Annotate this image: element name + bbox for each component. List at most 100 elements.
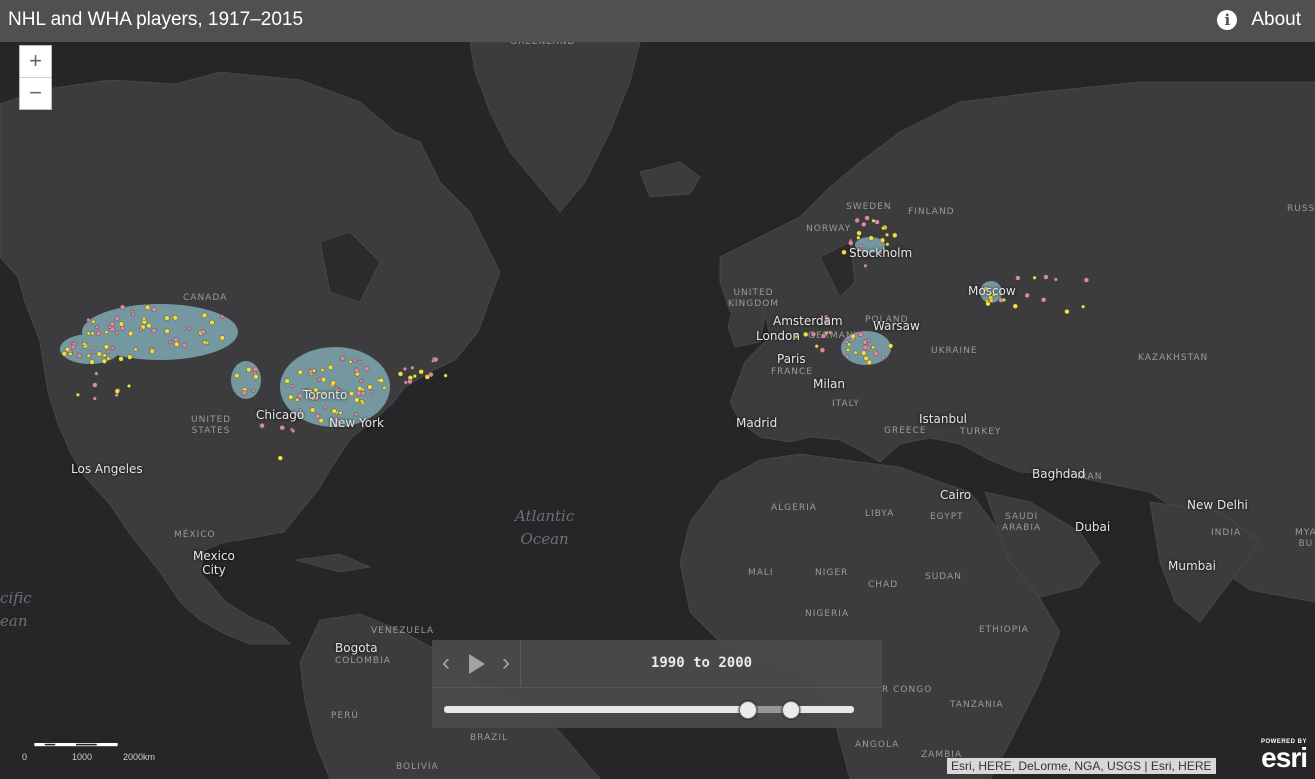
player-marker[interactable] — [201, 312, 208, 319]
player-marker[interactable] — [433, 357, 439, 363]
player-marker[interactable] — [127, 354, 133, 360]
player-marker[interactable] — [90, 331, 95, 336]
play-icon[interactable] — [464, 640, 490, 686]
player-marker[interactable] — [1012, 303, 1018, 309]
player-marker[interactable] — [402, 366, 407, 371]
player-marker[interactable] — [853, 350, 858, 355]
player-marker[interactable] — [1081, 304, 1086, 309]
player-marker[interactable] — [253, 366, 259, 372]
player-marker[interactable] — [862, 344, 868, 350]
chevron-right-icon[interactable]: › — [496, 640, 516, 686]
esri-logo[interactable]: POWERED BY esri — [1261, 739, 1308, 772]
player-marker[interactable] — [90, 349, 95, 354]
map-attribution[interactable]: Esri, HERE, DeLorme, NGA, USGS | Esri, H… — [947, 758, 1216, 774]
player-marker[interactable] — [312, 368, 317, 373]
player-marker[interactable] — [95, 325, 100, 330]
player-marker[interactable] — [284, 378, 290, 384]
player-marker[interactable] — [320, 368, 325, 373]
player-marker[interactable] — [297, 369, 303, 375]
player-marker[interactable] — [114, 393, 119, 398]
player-marker[interactable] — [354, 367, 360, 373]
player-marker[interactable] — [819, 347, 826, 353]
player-marker[interactable] — [95, 330, 102, 337]
player-marker[interactable] — [1032, 275, 1037, 280]
player-marker[interactable] — [107, 324, 112, 329]
player-marker[interactable] — [348, 359, 353, 364]
player-marker[interactable] — [114, 388, 120, 394]
player-marker[interactable] — [866, 359, 873, 366]
player-marker[interactable] — [864, 215, 870, 221]
player-marker[interactable] — [173, 337, 179, 343]
player-marker[interactable] — [1043, 274, 1049, 280]
player-marker[interactable] — [82, 342, 87, 347]
player-marker[interactable] — [866, 338, 871, 343]
player-marker[interactable] — [251, 388, 256, 393]
player-marker[interactable] — [359, 379, 364, 384]
player-marker[interactable] — [202, 340, 207, 345]
player-marker[interactable] — [291, 429, 296, 434]
player-marker[interactable] — [1040, 297, 1047, 303]
player-marker[interactable] — [89, 359, 95, 365]
player-marker[interactable] — [856, 230, 862, 236]
player-marker[interactable] — [845, 354, 850, 359]
player-marker[interactable] — [364, 366, 370, 372]
player-marker[interactable] — [72, 341, 77, 346]
player-marker[interactable] — [114, 315, 120, 322]
player-marker[interactable] — [854, 217, 860, 224]
player-marker[interactable] — [354, 397, 360, 403]
player-marker[interactable] — [126, 384, 131, 389]
player-marker[interactable] — [133, 347, 138, 352]
player-marker[interactable] — [367, 384, 373, 390]
slider-end-thumb[interactable] — [782, 701, 801, 719]
player-marker[interactable] — [92, 396, 97, 401]
player-marker[interactable] — [297, 393, 303, 399]
player-marker[interactable] — [443, 373, 448, 378]
player-marker[interactable] — [317, 377, 322, 382]
player-marker[interactable] — [146, 323, 152, 329]
player-marker[interactable] — [856, 235, 861, 240]
player-marker[interactable] — [861, 221, 867, 228]
player-marker[interactable] — [885, 232, 890, 237]
player-marker[interactable] — [164, 315, 170, 321]
player-marker[interactable] — [418, 369, 424, 375]
player-marker[interactable] — [1024, 292, 1030, 299]
chevron-left-icon[interactable]: ‹ — [436, 640, 456, 686]
slider-start-thumb[interactable] — [739, 701, 758, 719]
player-marker[interactable] — [86, 353, 91, 358]
player-marker[interactable] — [130, 312, 135, 317]
player-marker[interactable] — [989, 298, 994, 303]
player-marker[interactable] — [847, 342, 852, 347]
player-marker[interactable] — [310, 407, 316, 413]
player-marker[interactable] — [118, 356, 124, 362]
player-marker[interactable] — [887, 343, 894, 349]
player-marker[interactable] — [288, 394, 294, 400]
player-marker[interactable] — [863, 355, 869, 362]
player-marker[interactable] — [94, 371, 99, 376]
player-marker[interactable] — [407, 378, 413, 385]
player-marker[interactable] — [279, 425, 285, 431]
player-marker[interactable] — [151, 328, 157, 334]
player-marker[interactable] — [149, 348, 155, 354]
player-marker[interactable] — [76, 353, 83, 359]
player-marker[interactable] — [61, 351, 68, 357]
player-marker[interactable] — [868, 235, 874, 241]
player-marker[interactable] — [106, 356, 111, 361]
player-marker[interactable] — [200, 329, 206, 335]
player-marker[interactable] — [86, 318, 91, 323]
player-marker[interactable] — [234, 373, 240, 379]
player-marker[interactable] — [119, 304, 126, 310]
zoom-out-button[interactable]: − — [20, 77, 51, 109]
player-marker[interactable] — [382, 385, 387, 390]
player-marker[interactable] — [412, 374, 417, 379]
player-marker[interactable] — [253, 374, 259, 380]
player-marker[interactable] — [357, 385, 363, 392]
player-marker[interactable] — [352, 358, 357, 363]
player-marker[interactable] — [209, 319, 215, 326]
player-marker[interactable] — [359, 399, 364, 404]
player-marker[interactable] — [328, 364, 334, 371]
player-marker[interactable] — [331, 408, 337, 414]
player-marker[interactable] — [871, 345, 876, 350]
player-marker[interactable] — [356, 390, 362, 396]
player-marker[interactable] — [318, 418, 324, 424]
player-marker[interactable] — [96, 351, 102, 357]
